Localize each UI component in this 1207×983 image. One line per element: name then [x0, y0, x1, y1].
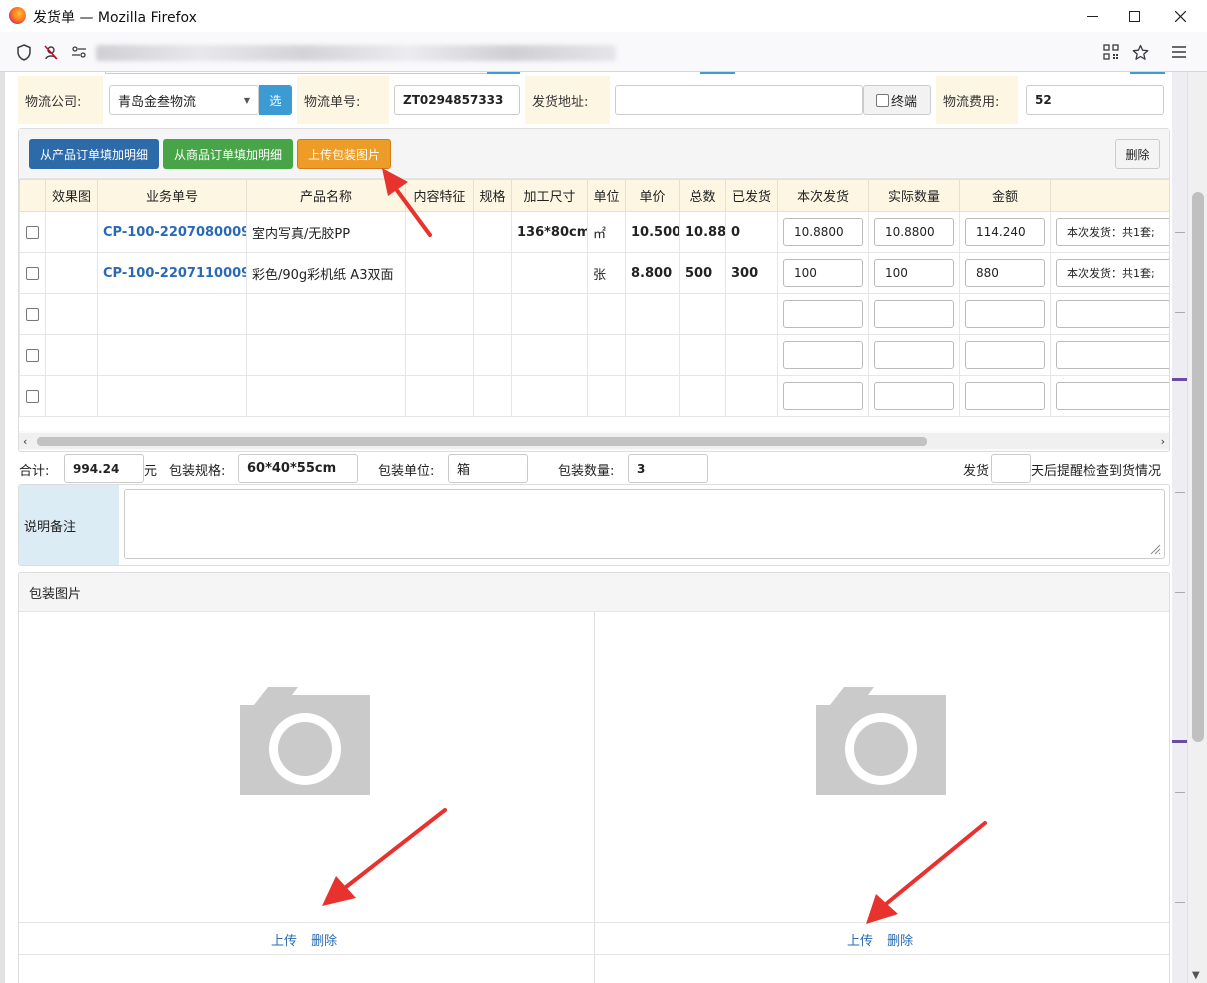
maximize-button[interactable] — [1111, 0, 1157, 32]
url-bar-obscured[interactable] — [96, 45, 616, 61]
site-info-icon[interactable] — [70, 43, 88, 61]
annotation-arrow-photo-1-upload — [322, 808, 447, 906]
menu-hamburger-icon[interactable] — [1170, 43, 1188, 61]
minimize-icon — [1086, 15, 1098, 17]
permission-blocked-icon[interactable] — [42, 43, 60, 61]
shield-icon[interactable] — [15, 43, 33, 61]
annotation-arrow-upload-button — [382, 168, 432, 237]
window-title: 发货单 — Mozilla Firefox — [33, 10, 197, 26]
bookmark-star-icon[interactable] — [1131, 43, 1149, 61]
minimize-button[interactable] — [1069, 0, 1115, 32]
close-window-button[interactable] — [1157, 0, 1203, 32]
background-page-strip — [1172, 72, 1187, 983]
annotation-arrows — [322, 168, 987, 924]
annotation-arrow-photo-2-upload — [866, 821, 987, 924]
firefox-logo-icon — [9, 7, 26, 24]
qr-code-icon[interactable] — [1102, 43, 1120, 61]
page-viewport: 物流公司: 青岛金叁物流 ▼ 选 物流单号: ZT0294857333 发货地址… — [0, 72, 1187, 983]
page-scrollbar-thumb[interactable] — [1192, 192, 1204, 742]
window-titlebar: 发货单 — Mozilla Firefox — [0, 0, 1207, 32]
page-vertical-scrollbar[interactable]: ▼ — [1187, 72, 1207, 983]
scroll-down-icon[interactable]: ▼ — [1192, 970, 1200, 981]
browser-toolbar — [0, 32, 1207, 72]
maximize-icon — [1128, 10, 1140, 22]
close-icon — [1174, 10, 1186, 22]
